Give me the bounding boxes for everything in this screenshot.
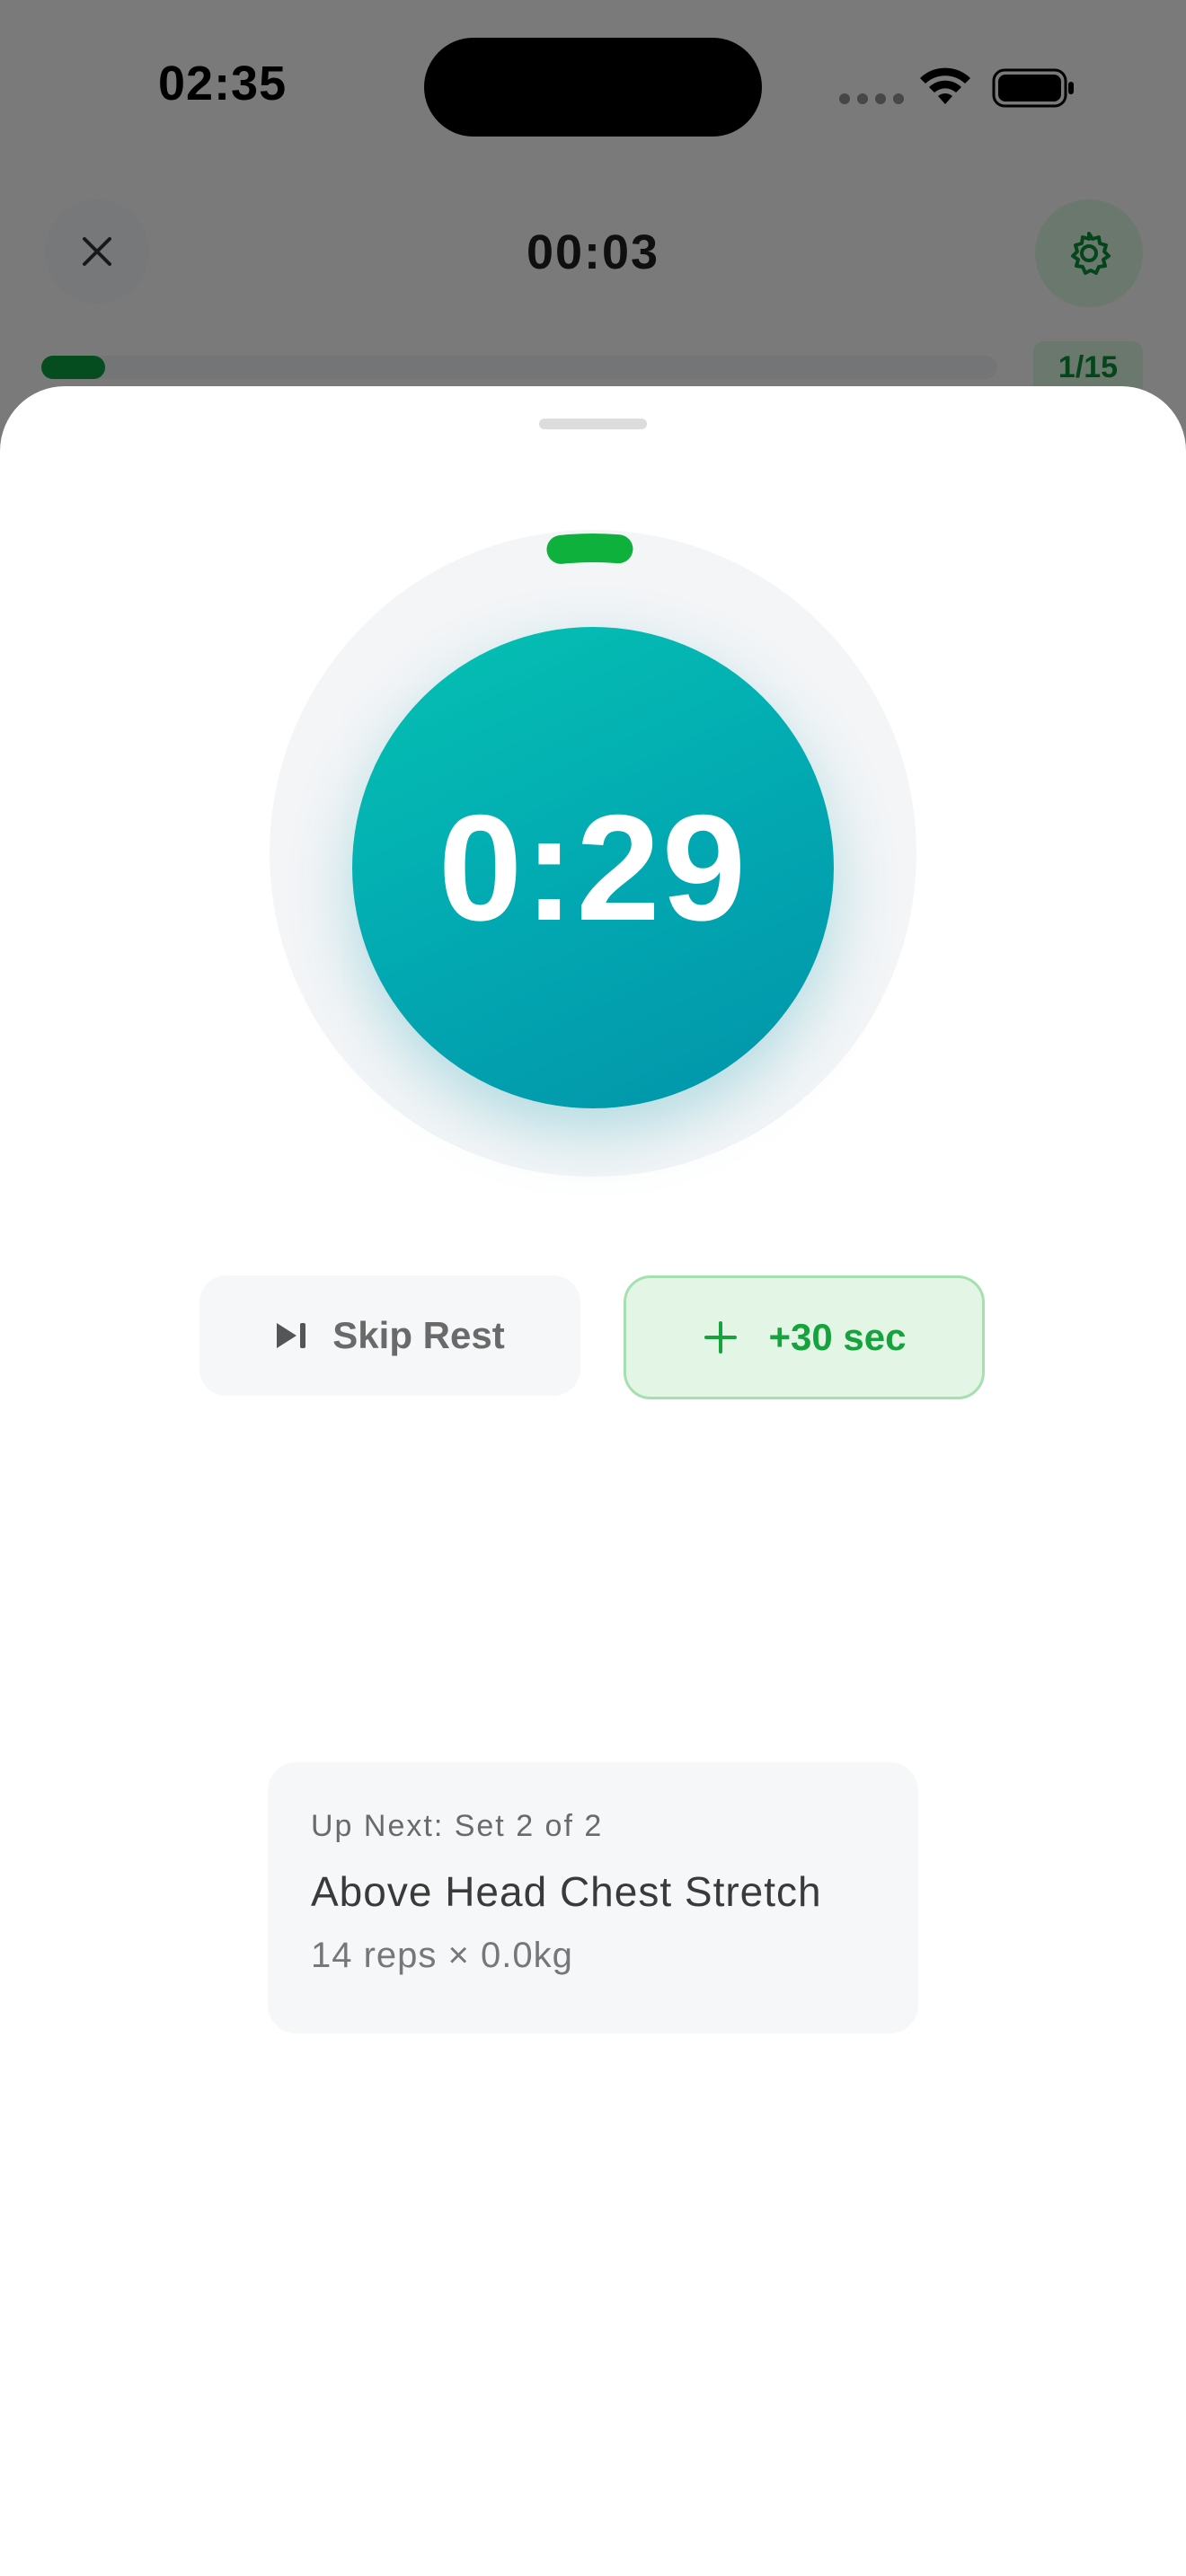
rest-timer-circle: 0:29 — [352, 627, 834, 1108]
up-next-exercise-title: Above Head Chest Stretch — [311, 1868, 822, 1915]
add-30-sec-label: +30 sec — [768, 1316, 907, 1358]
up-next-card: Up Next: Set 2 of 2 Above Head Chest Str… — [268, 1762, 918, 2033]
skip-rest-button[interactable]: Skip Rest — [199, 1275, 580, 1396]
add-30-sec-button[interactable]: +30 sec — [624, 1275, 985, 1399]
up-next-exercise-detail: 14 reps × 0.0kg — [311, 1936, 573, 1975]
rest-actions: Skip Rest +30 sec — [0, 1275, 1186, 1401]
plus-icon — [704, 1321, 737, 1354]
skip-next-icon — [277, 1323, 306, 1348]
sheet-grabber[interactable] — [539, 419, 647, 429]
up-next-kicker: Up Next: Set 2 of 2 — [311, 1809, 604, 1843]
rest-timer-value: 0:29 — [438, 782, 748, 952]
skip-rest-label: Skip Rest — [332, 1314, 505, 1356]
